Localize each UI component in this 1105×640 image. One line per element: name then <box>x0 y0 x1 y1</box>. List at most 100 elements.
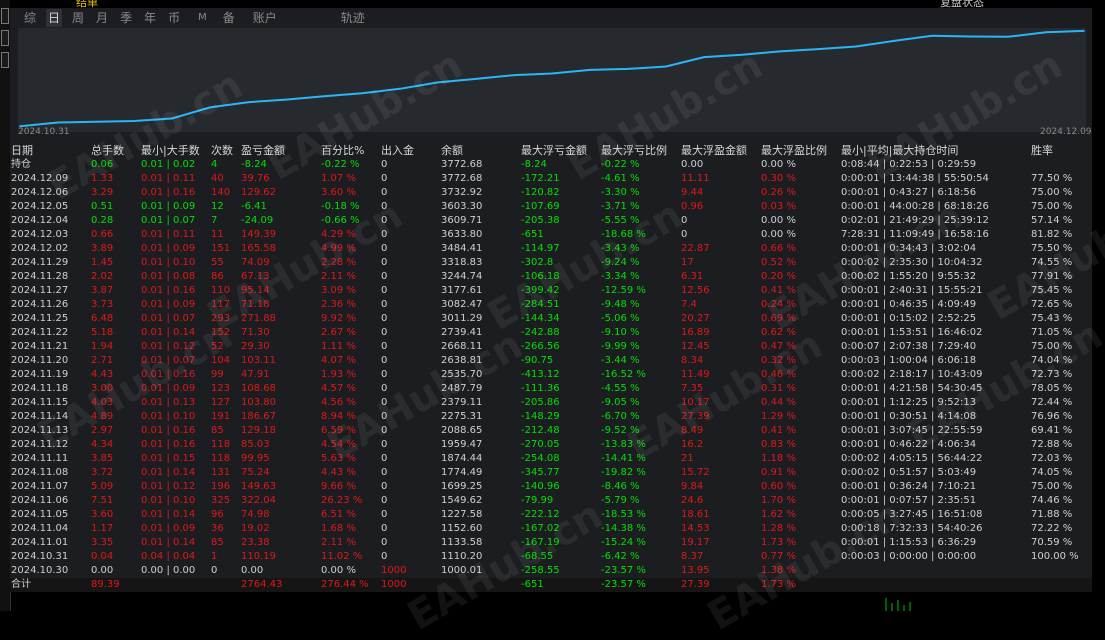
cell-col-3: 85 <box>211 537 224 548</box>
cell-col-8: -144.34 <box>521 313 560 324</box>
table-row: 2024.11.04 1.17 0.01 | 0.09 36 19.02 1.68 % 0 1… <box>11 522 1091 536</box>
table-row: 2024.12.06 3.29 0.01 | 0.16 140 129.62 3.60 %… <box>11 186 1091 200</box>
cell-col-1: 总手数 <box>91 144 124 157</box>
cell-col-5: 11.02 % <box>321 551 363 562</box>
cell-col-9: -14.38 % <box>601 523 646 534</box>
period-tabs: 综日周月季年币 M 备账户 轨迹 <box>22 9 375 27</box>
cell-col-11: 0.46 % <box>761 369 796 380</box>
cell-col-4: -24.09 <box>241 215 274 226</box>
cell-col-3: 293 <box>211 313 231 324</box>
cell-col-11: 0.30 % <box>761 173 796 184</box>
cell-col-8: -106.18 <box>521 271 560 282</box>
cell-col-7: 2668.11 <box>441 341 483 352</box>
tab-1[interactable]: 日 <box>46 9 63 27</box>
tab-4[interactable]: 季 <box>118 9 134 27</box>
cell-col-8: -413.12 <box>521 369 560 380</box>
cell-col-4: 129.18 <box>241 425 276 436</box>
cell-col-6: 0 <box>381 453 388 464</box>
equity-point <box>133 120 135 122</box>
cell-col-11: 0.66 % <box>761 243 796 254</box>
cell-col-12: 7:28:31 | 11:09:49 | 16:58:16 <box>841 229 989 240</box>
cell-col-8: -205.38 <box>521 215 560 226</box>
cell-col-1: 2.97 <box>91 425 114 436</box>
tab-8[interactable]: 备 <box>221 9 237 27</box>
cell-col-13: 74.04 % <box>1031 355 1073 366</box>
cell-col-5: -0.22 % <box>321 159 360 170</box>
cell-col-7: 2088.65 <box>441 425 483 436</box>
toolbar-button[interactable] <box>1 8 9 24</box>
cell-col-5: 1.93 % <box>321 369 356 380</box>
cell-col-3: 52 <box>211 341 224 352</box>
cell-col-5: 4.43 % <box>321 467 356 478</box>
table-row: 2024.11.12 4.34 0.01 | 0.16 118 85.03 4.54 % 0… <box>11 438 1091 452</box>
cell-col-0: 2024.11.04 <box>11 523 69 534</box>
cell-col-11: 最大浮盈比例 <box>761 144 827 157</box>
cell-col-9: -9.10 % <box>601 327 640 338</box>
cell-col-5: 26.23 % <box>321 495 363 506</box>
cell-col-6: 0 <box>381 159 388 170</box>
tab-0[interactable]: 综 <box>22 9 38 27</box>
cell-col-9: -9.99 % <box>601 341 640 352</box>
equity-point <box>1045 31 1047 34</box>
cell-col-0: 2024.10.31 <box>11 551 69 562</box>
cell-col-3: 4 <box>211 159 218 170</box>
cell-col-8: -120.82 <box>521 187 560 198</box>
cell-col-2: 0.01 | 0.07 <box>141 313 196 324</box>
cell-col-3: 96 <box>211 509 224 520</box>
cell-col-5: 8.94 % <box>321 411 356 422</box>
cell-col-1: 3.73 <box>91 299 114 310</box>
cell-col-5: 6.59 % <box>321 425 356 436</box>
cell-col-11: 1.73 % <box>761 537 796 548</box>
cell-col-12: 0:02:01 | 21:49:29 | 25:39:12 <box>841 215 989 226</box>
tab-5[interactable]: 年 <box>142 9 158 27</box>
cell-col-0: 2024.11.19 <box>11 369 69 380</box>
cell-col-1: 3.87 <box>91 285 114 296</box>
cell-col-2: 0.04 | 0.04 <box>141 551 196 562</box>
toolbar-button[interactable] <box>1 52 9 68</box>
cell-col-12: 0:00:02 | 0:51:57 | 5:03:49 <box>841 467 977 478</box>
cell-col-2: 0.01 | 0.11 <box>141 229 196 240</box>
cell-col-9: -9.48 % <box>601 299 640 310</box>
tab-3[interactable]: 月 <box>94 9 110 27</box>
cell-col-7: 1959.47 <box>441 439 483 450</box>
cell-col-9: 最大浮亏比例 <box>601 144 667 157</box>
cell-col-11: 0.26 % <box>761 187 796 198</box>
cell-col-0: 2024.12.09 <box>11 173 69 184</box>
cell-col-6: 0 <box>381 495 388 506</box>
cell-col-5: 9.66 % <box>321 481 356 492</box>
cell-col-5: 1.07 % <box>321 173 356 184</box>
table-row: 2024.11.07 5.09 0.01 | 0.12 196 149.63 9.66 %… <box>11 480 1091 494</box>
cell-col-7: 1152.60 <box>441 523 483 534</box>
cell-col-8: -399.42 <box>521 285 560 296</box>
cell-col-1: 3.00 <box>91 383 114 394</box>
cell-col-7: 1699.25 <box>441 481 483 492</box>
tab-10[interactable]: 轨迹 <box>339 9 367 27</box>
cell-col-12: 0:00:01 | 1:15:53 | 6:36:29 <box>841 537 977 548</box>
equity-point <box>95 120 97 123</box>
cell-col-9: -9.24 % <box>601 257 640 268</box>
cell-col-12: 0:08:44 | 0:22:53 | 0:29:59 <box>841 159 977 170</box>
tab-2[interactable]: 周 <box>70 9 86 27</box>
toolbar-button[interactable] <box>1 30 9 46</box>
tab-9[interactable]: 账户 <box>251 9 279 27</box>
cell-col-12: 0:00:18 | 7:32:33 | 54:40:26 <box>841 523 983 534</box>
equity-point <box>361 92 363 95</box>
equity-point <box>1007 35 1009 38</box>
cell-col-4: 149.63 <box>241 481 276 492</box>
cell-col-7: 3603.30 <box>441 201 483 212</box>
tab-7[interactable]: M <box>196 9 209 27</box>
cell-col-9: -23.57 % <box>601 579 646 590</box>
cell-col-4: -6.41 <box>241 201 267 212</box>
cell-col-10: 11.11 <box>681 173 710 184</box>
cell-col-7: 3732.92 <box>441 187 483 198</box>
cell-col-6: 0 <box>381 383 388 394</box>
tab-6[interactable]: 币 <box>166 9 182 27</box>
cell-col-8: -242.88 <box>521 327 560 338</box>
equity-point <box>247 101 249 104</box>
cell-col-10: 12.56 <box>681 285 710 296</box>
cell-col-7: 2638.81 <box>441 355 483 366</box>
cell-col-13: 72.22 % <box>1031 523 1073 534</box>
cell-col-10: 16.89 <box>681 327 710 338</box>
cell-col-11: 0.00 % <box>761 229 796 240</box>
table-row: 2024.11.20 2.71 0.01 | 0.07 104 103.11 4.07 %… <box>11 354 1091 368</box>
